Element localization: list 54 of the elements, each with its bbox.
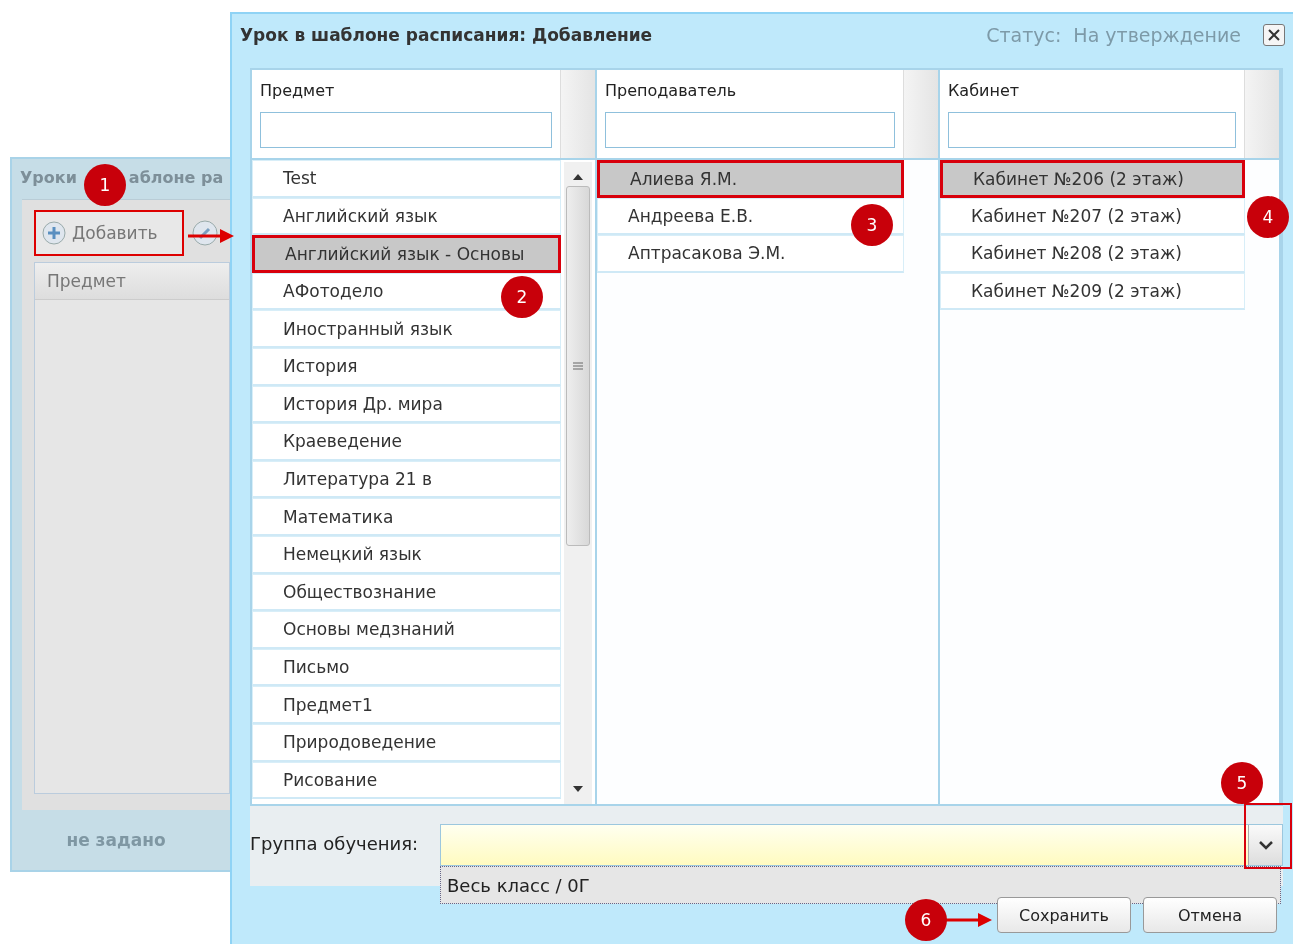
dialog-button[interactable]: Сохранить xyxy=(997,897,1131,933)
field-label: Группа обучения: xyxy=(250,832,420,856)
column-header: Предмет xyxy=(47,271,126,291)
list-item[interactable]: Английский язык - Основы xyxy=(252,235,561,273)
list-item[interactable]: Обществознание xyxy=(252,573,561,612)
list-item[interactable]: Кабинет №206 (2 этаж) xyxy=(940,160,1245,198)
list-item[interactable]: Test xyxy=(252,160,561,198)
list-item[interactable]: Кабинет №209 (2 этаж) xyxy=(940,272,1245,311)
dropdown-option[interactable]: Весь класс / 0Г xyxy=(441,867,1280,903)
edit-icon[interactable] xyxy=(192,220,218,246)
scrollbar[interactable] xyxy=(564,162,592,804)
list-item[interactable]: Кабинет №207 (2 этаж) xyxy=(940,197,1245,236)
filter-field[interactable] xyxy=(260,112,552,148)
list-item[interactable]: Аптрасакова Э.М. xyxy=(597,235,904,273)
list-item[interactable]: История Др. мира xyxy=(252,385,561,424)
list-item[interactable]: Рисование xyxy=(252,761,561,800)
scroll-up-icon[interactable] xyxy=(572,172,584,182)
list-item[interactable]: Английский язык xyxy=(252,197,561,236)
dialog-title: Урок в шаблоне расписания: Добавление xyxy=(240,25,653,45)
list-item[interactable]: Иностранный язык xyxy=(252,310,561,348)
list-item[interactable]: Немецкий язык xyxy=(252,535,561,574)
list-item[interactable]: Литература 21 в xyxy=(252,460,561,499)
dropdown-button[interactable] xyxy=(1248,825,1282,865)
list-item[interactable]: История xyxy=(252,347,561,386)
chevron-down-icon xyxy=(1258,840,1273,850)
plus-icon xyxy=(42,221,66,245)
scroll-thumb[interactable] xyxy=(566,186,590,546)
list-item[interactable]: Основы медзнаний xyxy=(252,611,561,649)
filter-field[interactable] xyxy=(948,112,1236,148)
background-text: На утверждение xyxy=(1073,24,1241,46)
list-item[interactable]: Алиева Я.М. xyxy=(597,160,904,198)
filter-field[interactable] xyxy=(605,112,895,148)
list-item[interactable]: Кабинет №208 (2 этаж) xyxy=(940,235,1245,273)
list-item[interactable]: Природоведение xyxy=(252,723,561,762)
list-item[interactable]: Письмо xyxy=(252,648,561,687)
list-item[interactable]: Краеведение xyxy=(252,423,561,461)
add-button[interactable]: Добавить xyxy=(34,210,184,256)
dialog-button[interactable]: Отмена xyxy=(1143,897,1277,933)
close-button[interactable] xyxy=(1263,24,1285,46)
window-title: аблоне ра xyxy=(128,168,224,189)
column-header: Предмет xyxy=(260,80,336,102)
close-icon xyxy=(1268,29,1280,41)
annotation-frame xyxy=(1244,803,1292,869)
list-item[interactable]: Предмет1 xyxy=(252,686,561,724)
background-text: Статус: xyxy=(986,24,1062,46)
pointer-arrow xyxy=(188,228,234,244)
scroll-down-icon[interactable] xyxy=(572,784,584,794)
column-header: Кабинет xyxy=(948,80,1021,102)
grip-icon xyxy=(573,362,583,370)
list-item[interactable]: Математика xyxy=(252,498,561,536)
status-text: не задано xyxy=(66,830,166,850)
column-header: Преподаватель xyxy=(605,80,738,102)
pointer-arrow xyxy=(946,912,992,928)
window-title: Уроки xyxy=(20,168,77,189)
